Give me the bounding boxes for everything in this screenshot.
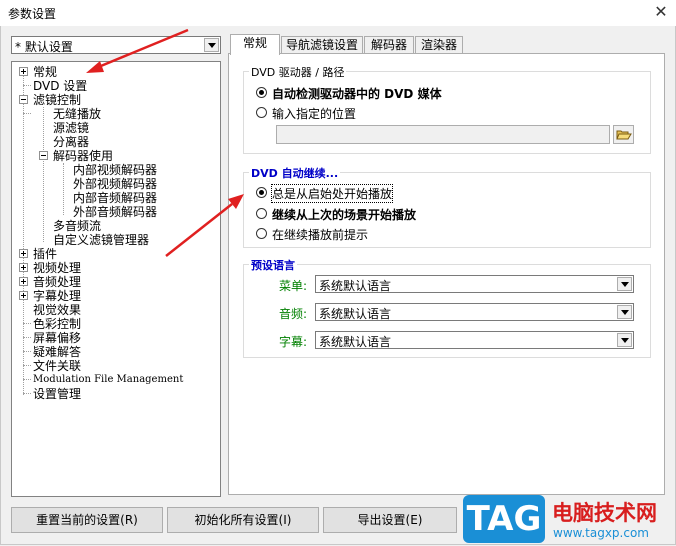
expand-icon[interactable] [19,263,28,272]
auto-detect-radio[interactable] [256,87,267,98]
browse-button[interactable] [613,125,634,144]
close-button[interactable]: ✕ [646,0,676,26]
tree-item-source[interactable]: 源滤镜 [53,121,89,135]
window-title: 参数设置 [8,7,57,21]
tree-item-file-assoc[interactable]: 文件关联 [33,359,81,373]
audio-lang-value: 系统默认语言 [319,307,392,321]
tree-line [23,393,31,394]
collapse-icon[interactable] [19,95,28,104]
tree-item-ext-audio[interactable]: 外部音频解码器 [73,205,157,219]
tree-item-sub-proc[interactable]: 字幕处理 [33,289,81,303]
resume-last-label[interactable]: 继续从上次的场景开始播放 [272,206,416,223]
tree-item-plugins[interactable]: 插件 [33,247,57,261]
tree-item-filter[interactable]: 滤镜控制 [33,93,81,107]
expand-icon[interactable] [19,249,28,258]
dvd-path-legend: DVD 驱动器 / 路径 [249,64,347,80]
sub-lang-label: 字幕: [279,335,308,349]
tree-item-multi-audio[interactable]: 多音频流 [53,219,101,233]
reset-button[interactable]: 重置当前的设置(R) [11,507,163,533]
tree-line [23,72,24,395]
tree-item-decoder-use[interactable]: 解码器使用 [53,149,113,163]
settings-tree[interactable]: 常规 DVD 设置 滤镜控制 无缝播放 源滤镜 分离器 解码器使用 内部视频解码… [11,61,221,497]
lang-legend: 预设语言 [249,257,297,273]
tab-decoder[interactable]: 解码器 [364,36,414,54]
audio-lang-select[interactable]: 系统默认语言 [315,303,634,321]
watermark-title: 电脑技术网 [552,501,657,525]
sub-lang-select[interactable]: 系统默认语言 [315,331,634,349]
tree-line [23,365,31,366]
expand-icon[interactable] [19,67,28,76]
chevron-down-icon[interactable] [617,333,632,347]
menu-lang-label: 菜单: [279,279,308,293]
tree-item-custom-filter[interactable]: 自定义滤镜管理器 [53,233,149,247]
tree-item-seamless[interactable]: 无缝播放 [53,107,101,121]
title-bar [0,0,676,26]
resume-prompt-radio[interactable] [256,228,267,239]
tree-item-visual[interactable]: 视觉效果 [33,303,81,317]
resume-last-radio[interactable] [256,208,267,219]
expand-icon[interactable] [19,291,28,300]
folder-open-icon [616,130,632,140]
tree-item-audio-proc[interactable]: 音频处理 [33,275,81,289]
tree-item-ext-video[interactable]: 外部视频解码器 [73,177,157,191]
tree-item-int-video[interactable]: 内部视频解码器 [73,163,157,177]
tag-logo: TAG [463,495,545,543]
tree-item-dvd[interactable]: DVD 设置 [33,79,87,93]
tree-item-screen-shift[interactable]: 屏幕偏移 [33,331,81,345]
menu-lang-select[interactable]: 系统默认语言 [315,275,634,293]
watermark-url: www.tagxp.com [553,526,649,540]
profile-select[interactable]: * 默认设置 [11,36,221,54]
resume-start-radio[interactable] [256,187,267,198]
tree-line [43,107,44,242]
tree-item-settings-mgmt[interactable]: 设置管理 [33,387,81,401]
auto-detect-label[interactable]: 自动检测驱动器中的 DVD 媒体 [272,85,442,102]
chevron-down-icon[interactable] [617,277,632,291]
audio-lang-label: 音频: [279,307,308,321]
tree-item-video-proc[interactable]: 视频处理 [33,261,81,275]
tree-line [23,337,31,338]
tree-line [63,163,64,215]
tree-item-troubleshoot[interactable]: 疑难解答 [33,345,81,359]
chevron-down-icon[interactable] [617,305,632,319]
expand-icon[interactable] [19,277,28,286]
specify-path-radio[interactable] [256,107,267,118]
specify-path-label[interactable]: 输入指定的位置 [272,105,356,122]
tree-item-int-audio[interactable]: 内部音频解码器 [73,191,157,205]
tree-line [23,379,31,380]
init-all-button[interactable]: 初始化所有设置(I) [167,507,319,533]
tab-nav-filter[interactable]: 导航滤镜设置 [281,36,363,54]
sub-lang-value: 系统默认语言 [319,335,392,349]
tree-line [23,351,31,352]
tree-line [23,85,31,86]
collapse-icon[interactable] [39,151,48,160]
tree-line [23,113,31,114]
tree-line [23,323,31,324]
tree-item-modulation[interactable]: Modulation File Management [33,373,183,387]
tab-general[interactable]: 常规 [230,34,280,55]
path-input[interactable] [276,125,610,144]
tree-item-color[interactable]: 色彩控制 [33,317,81,331]
tree-item-splitter[interactable]: 分离器 [53,135,89,149]
menu-lang-value: 系统默认语言 [319,279,392,293]
resume-legend: DVD 自动继续... [249,165,341,181]
tab-renderer[interactable]: 渲染器 [415,36,463,54]
tree-item-general[interactable]: 常规 [33,65,57,79]
resume-start-label[interactable]: 总是从启始处开始播放 [270,184,394,203]
resume-prompt-label[interactable]: 在继续播放前提示 [272,226,368,243]
export-button[interactable]: 导出设置(E) [323,507,457,533]
profile-select-value: * 默认设置 [15,40,73,54]
chevron-down-icon[interactable] [204,38,219,52]
